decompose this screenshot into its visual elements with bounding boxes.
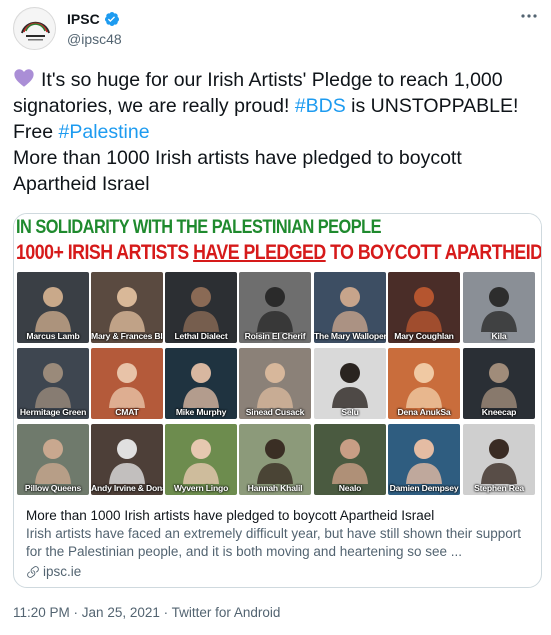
purple-heart-icon — [14, 69, 34, 87]
more-options-icon[interactable] — [518, 8, 540, 24]
artist-photo-tile: Selu — [314, 348, 386, 419]
artist-name: Mary & Frances Black — [91, 331, 163, 341]
hashtag-bds-link[interactable]: #BDS — [295, 95, 346, 117]
artist-portrait-icon — [257, 363, 293, 408]
artist-name: Nealo — [338, 483, 362, 493]
tweet-date[interactable]: Jan 25, 2021 — [82, 605, 160, 620]
tweet-meta: 11:20 PM · Jan 25, 2021 · Twitter for An… — [13, 605, 280, 620]
artist-photo-tile: Kila — [463, 272, 535, 343]
ipsc-logo-icon — [14, 8, 55, 49]
card-domain[interactable]: ipsc.ie — [26, 563, 531, 581]
artist-portrait-icon — [35, 439, 71, 484]
artist-portrait-icon — [183, 439, 219, 484]
artist-name: Mike Murphy — [175, 407, 227, 417]
artist-name: Pillow Queens — [24, 483, 82, 493]
artist-portrait-icon — [257, 287, 293, 332]
artist-name: Kneecap — [481, 407, 517, 417]
artist-portrait-icon — [481, 439, 517, 484]
tweet-time[interactable]: 11:20 PM — [13, 605, 70, 620]
artist-name: Damien Dempsey — [389, 483, 459, 493]
artist-photo-tile: Mary Coughlan — [388, 272, 460, 343]
avatar[interactable] — [13, 7, 56, 50]
artist-photo-tile: Lethal Dialect — [165, 272, 237, 343]
card-description: Irish artists have faced an extremely di… — [26, 526, 521, 559]
artist-photo-tile: Roisin El Cherif — [239, 272, 311, 343]
link-preview-card[interactable]: IN SOLIDARITY WITH THE PALESTINIAN PEOPL… — [13, 213, 542, 588]
artist-photo-tile: Wyvern Lingo — [165, 424, 237, 495]
artist-name: Sinead Cusack — [245, 407, 305, 417]
artist-name: Andy Irvine & Donal Lunny — [91, 483, 163, 493]
artist-photo-tile: Kneecap — [463, 348, 535, 419]
artist-portrait-icon — [109, 439, 145, 484]
artist-name: Lethal Dialect — [174, 331, 228, 341]
artist-portrait-icon — [183, 287, 219, 332]
artist-photo-tile: The Mary Wallopers — [314, 272, 386, 343]
artist-portrait-icon — [481, 287, 517, 332]
artist-portrait-icon — [481, 363, 517, 408]
artist-photo-tile: Sinead Cusack — [239, 348, 311, 419]
artist-name: Wyvern Lingo — [173, 483, 229, 493]
card-banner-line1: IN SOLIDARITY WITH THE PALESTINIAN PEOPL… — [16, 217, 381, 238]
artist-name: Kila — [491, 331, 507, 341]
tweet-source[interactable]: Twitter for Android — [172, 605, 281, 620]
verified-badge-icon — [104, 11, 119, 26]
artist-name: CMAT — [115, 407, 139, 417]
artist-photo-tile: Nealo — [314, 424, 386, 495]
banner-text: TO BOYCOTT APARTHEID ISRAEL! — [330, 241, 542, 264]
author-name[interactable]: IPSC — [67, 11, 100, 27]
artist-photo-tile: Mary & Frances Black — [91, 272, 163, 343]
artist-name: Hannah Khalil — [247, 483, 303, 493]
artist-photo-tile: Damien Dempsey — [388, 424, 460, 495]
artist-photo-tile: Stephen Rea — [463, 424, 535, 495]
artist-name: The Mary Wallopers — [314, 331, 386, 341]
artist-name: Selu — [341, 407, 359, 417]
artist-portrait-icon — [183, 363, 219, 408]
tweet-text: It's so huge for our Irish Artists' Pled… — [13, 67, 543, 197]
artist-photo-tile: CMAT — [91, 348, 163, 419]
artist-portrait-icon — [406, 439, 442, 484]
artist-portrait-icon — [406, 363, 442, 408]
artist-photo-tile: Hannah Khalil — [239, 424, 311, 495]
artist-portrait-icon — [332, 363, 368, 408]
artist-name: Mary Coughlan — [394, 331, 454, 341]
card-image[interactable]: IN SOLIDARITY WITH THE PALESTINIAN PEOPL… — [14, 214, 541, 497]
artist-portrait-icon — [35, 363, 71, 408]
artist-name: Hermitage Green — [19, 407, 87, 417]
meta-separator: · — [69, 605, 82, 620]
artist-photo-tile: Andy Irvine & Donal Lunny — [91, 424, 163, 495]
tweet-author[interactable]: IPSC @ipsc48 — [67, 10, 122, 48]
card-banner-line2: 1000+ IRISH ARTISTS HAVE PLEDGED TO BOYC… — [16, 241, 542, 265]
card-text[interactable]: More than 1000 Irish artists have pledge… — [26, 507, 531, 581]
artist-portrait-icon — [332, 287, 368, 332]
artist-photo-tile: Pillow Queens — [17, 424, 89, 495]
tweet-text-part: More than 1000 Irish artists have pledge… — [13, 147, 462, 195]
artist-portrait-icon — [257, 439, 293, 484]
artist-photo-tile: Mike Murphy — [165, 348, 237, 419]
artist-portrait-icon — [109, 287, 145, 332]
link-icon — [27, 566, 39, 578]
card-domain-text[interactable]: ipsc.ie — [43, 563, 81, 581]
hashtag-palestine-link[interactable]: #Palestine — [59, 121, 150, 143]
artist-name: Marcus Lamb — [26, 331, 80, 341]
artist-name: Stephen Rea — [474, 483, 524, 493]
artist-name: Roisin El Cherif — [244, 331, 306, 341]
artist-portrait-icon — [35, 287, 71, 332]
meta-separator: · — [159, 605, 172, 620]
artist-photo-grid: Marcus Lamb Mary & Frances Black Lethal Di… — [14, 272, 541, 497]
artist-portrait-icon — [406, 287, 442, 332]
artist-name: Dena AnukSa — [397, 407, 451, 417]
artist-portrait-icon — [332, 439, 368, 484]
artist-photo-tile: Dena AnukSa — [388, 348, 460, 419]
author-handle[interactable]: @ipsc48 — [67, 31, 122, 47]
banner-underlined-text: HAVE PLEDGED — [193, 241, 326, 264]
artist-photo-tile: Marcus Lamb — [17, 272, 89, 343]
artist-photo-tile: Hermitage Green — [17, 348, 89, 419]
banner-text: 1000+ IRISH ARTISTS — [16, 241, 194, 264]
artist-portrait-icon — [109, 363, 145, 408]
card-title[interactable]: More than 1000 Irish artists have pledge… — [26, 507, 531, 525]
